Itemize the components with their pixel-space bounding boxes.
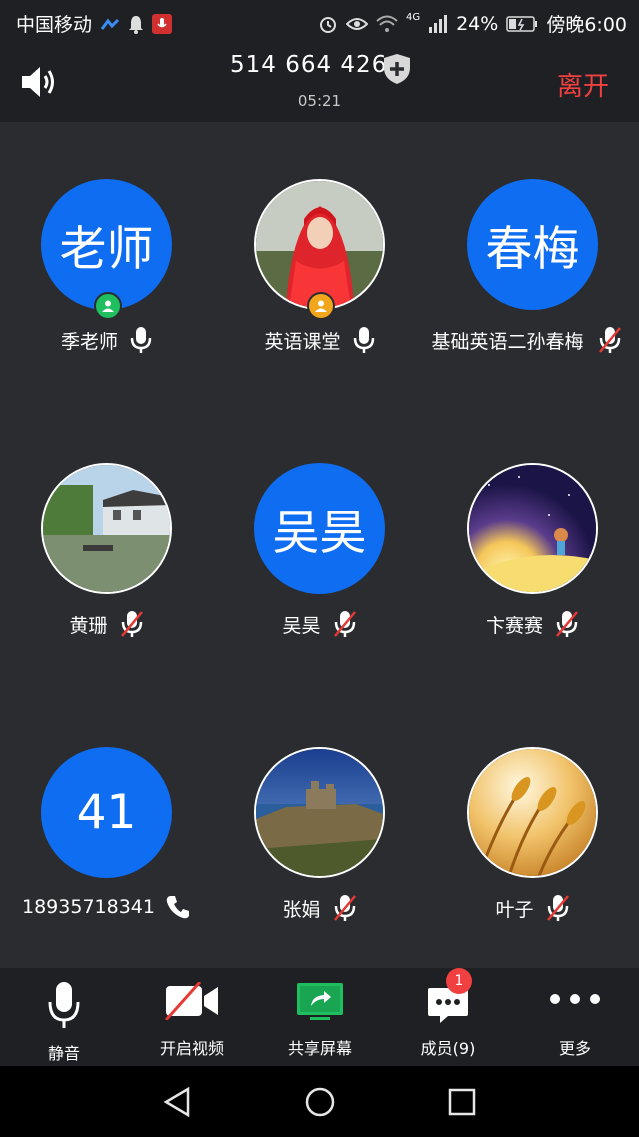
recents-square-icon	[448, 1088, 476, 1116]
avatar	[254, 747, 385, 878]
avatar-photo-water-town	[43, 465, 170, 592]
participant-name: 张娟	[282, 898, 321, 921]
participant-name: 黄珊	[69, 614, 108, 637]
participant-tile[interactable]: 吴昊 吴昊	[213, 406, 426, 690]
phone-icon	[166, 896, 189, 919]
person-icon	[315, 300, 327, 312]
eye-icon	[345, 17, 368, 30]
mute-button[interactable]: 静音	[0, 968, 128, 1066]
avatar: 吴昊	[254, 463, 385, 594]
more-button[interactable]: 更多	[511, 968, 639, 1066]
cohost-badge	[307, 292, 335, 320]
participant-name: 卞赛赛	[485, 614, 543, 637]
bell-icon	[129, 15, 144, 34]
avatar: 春梅	[467, 179, 598, 310]
participants-grid: 老师 季老师 英语课堂 春梅 基础英语二孙春梅 黄珊 吴昊 吴昊 卞赛赛 41 …	[0, 122, 639, 968]
avatar-initials: 41	[76, 785, 137, 840]
avatar-initials: 春梅	[485, 222, 580, 277]
carrier-label: 中国移动	[16, 14, 93, 36]
avatar	[41, 463, 172, 594]
share-screen-label: 共享屏幕	[287, 1039, 352, 1058]
participant-tile[interactable]: 春梅 基础英语二孙春梅	[426, 122, 639, 406]
mic-muted-icon	[120, 611, 143, 637]
members-count-badge: 1	[446, 968, 472, 994]
host-badge	[94, 292, 122, 320]
participant-tile[interactable]: 老师 季老师	[0, 122, 213, 406]
mic-icon	[48, 982, 80, 1028]
avatar-photo-castle	[256, 749, 383, 876]
person-icon	[102, 300, 114, 312]
avatar: 老师	[41, 179, 172, 310]
avatar	[467, 747, 598, 878]
share-screen-icon	[297, 983, 343, 1020]
more-icon	[550, 994, 600, 1004]
meeting-toolbar: 静音 开启视频 共享屏幕 1 成员(9) 更多	[0, 968, 639, 1066]
mic-icon	[130, 327, 152, 353]
avatar	[254, 179, 385, 310]
home-circle-icon	[305, 1087, 335, 1117]
mic-muted-icon	[598, 327, 621, 353]
avatar-initials: 吴昊	[272, 506, 367, 561]
battery-percent: 24%	[456, 12, 499, 35]
avatar-initials: 老师	[59, 222, 154, 277]
security-button[interactable]	[382, 53, 412, 89]
avatar-photo-wheat	[469, 749, 596, 876]
mute-label: 静音	[47, 1044, 80, 1063]
members-label: 成员(9)	[420, 1039, 476, 1058]
recents-button[interactable]	[447, 1087, 477, 1121]
start-video-button[interactable]: 开启视频	[128, 968, 256, 1066]
participant-tile[interactable]: 张娟	[213, 690, 426, 974]
shield-plus-icon	[384, 54, 410, 84]
clock: 傍晚6:00	[546, 14, 627, 36]
mic-icon	[353, 327, 374, 353]
video-off-icon	[164, 982, 218, 1020]
mic-muted-icon	[333, 895, 356, 921]
battery-icon	[506, 15, 538, 32]
avatar-photo-red-veil	[256, 181, 383, 308]
mic-muted-icon	[333, 611, 356, 637]
alarm-icon	[319, 16, 336, 33]
participant-tile[interactable]: 黄珊	[0, 406, 213, 690]
recorder-icon	[152, 13, 173, 34]
more-label: 更多	[558, 1039, 591, 1058]
participant-tile[interactable]: 卞赛赛	[426, 406, 639, 690]
participant-name: 吴昊	[282, 614, 321, 637]
participant-name: 18935718341	[22, 896, 155, 918]
wifi-icon	[376, 15, 398, 32]
meeting-timer: 05:21	[297, 92, 342, 110]
avatar	[467, 463, 598, 594]
participant-name: 季老师	[60, 330, 118, 353]
network-type: 4G	[405, 12, 421, 23]
share-screen-button[interactable]: 共享屏幕	[256, 968, 384, 1066]
cloud-icon	[100, 18, 120, 30]
home-button[interactable]	[304, 1086, 336, 1122]
members-badge-count: 1	[454, 973, 464, 989]
start-video-label: 开启视频	[159, 1039, 224, 1058]
members-button[interactable]: 1 成员(9)	[384, 968, 512, 1066]
participant-name: 叶子	[495, 898, 534, 921]
signal-icon	[429, 14, 448, 33]
participant-tile[interactable]: 英语课堂	[213, 122, 426, 406]
leave-button[interactable]: 离开	[557, 66, 609, 103]
participant-tile[interactable]: 叶子	[426, 690, 639, 974]
avatar-photo-night-moon	[469, 465, 596, 592]
participant-tile[interactable]: 41 18935718341	[0, 690, 213, 974]
meeting-id: 514 664 426	[230, 52, 388, 78]
meeting-header: 514 664 426 05:21 离开	[0, 44, 639, 122]
system-nav-bar	[0, 1066, 639, 1137]
participant-name: 基础英语二孙春梅	[431, 330, 584, 353]
participant-name: 英语课堂	[264, 330, 341, 353]
mic-muted-icon	[556, 611, 578, 637]
mic-muted-icon	[546, 895, 569, 921]
back-triangle-icon	[163, 1086, 190, 1118]
status-bar: 中国移动 4G 24% 傍晚6:00	[0, 0, 639, 44]
back-button[interactable]	[162, 1086, 192, 1122]
avatar: 41	[41, 747, 172, 878]
